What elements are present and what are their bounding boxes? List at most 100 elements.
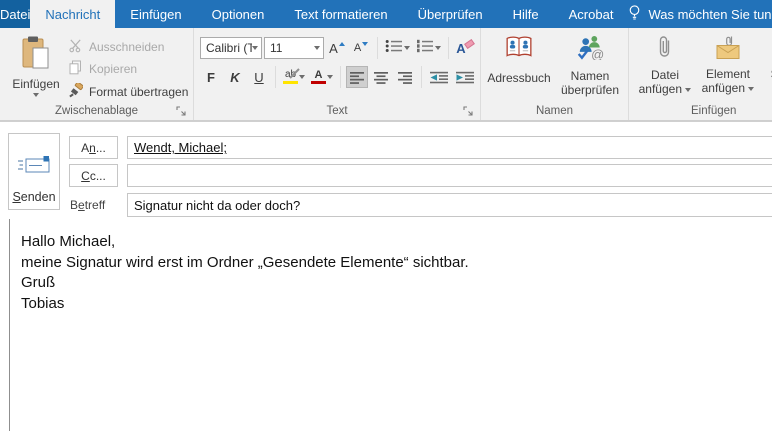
message-body-area: Hallo Michael, meine Signatur wird erst … — [0, 217, 772, 431]
copy-icon — [68, 60, 83, 78]
copy-button[interactable]: Kopieren — [68, 60, 137, 78]
separator — [377, 37, 378, 59]
tab-hilfe[interactable]: Hilfe — [498, 0, 554, 28]
envelope-paperclip-icon — [715, 34, 741, 64]
bold-button[interactable]: F — [200, 66, 222, 88]
numbered-list-icon — [416, 39, 434, 58]
text-row-2: F K U ab A — [200, 65, 477, 89]
cc-field[interactable] — [127, 164, 772, 187]
numbering-button[interactable] — [414, 37, 443, 59]
subject-field[interactable] — [127, 193, 772, 217]
group-namen: Adressbuch @ Namen überprüfen Namen — [480, 28, 628, 120]
font-name-combo[interactable]: Calibri (T — [200, 37, 262, 59]
body-line: Tobias — [21, 294, 65, 312]
text-row-1: Calibri (T 11 A A A — [200, 37, 476, 59]
ribbon: Einfügen Ausschneiden Kopieren Format üb… — [0, 28, 772, 121]
address-book-button[interactable]: Adressbuch — [487, 34, 551, 85]
italic-button[interactable]: K — [224, 66, 246, 88]
highlight-button[interactable]: ab — [281, 66, 307, 88]
separator — [340, 66, 341, 88]
scissors-icon — [68, 38, 83, 56]
group-zwischenablage: Einfügen Ausschneiden Kopieren Format üb… — [0, 28, 193, 120]
group-label-text: Text — [326, 105, 348, 117]
body-line: Hallo Michael, — [21, 233, 116, 250]
chevron-down-icon — [435, 46, 441, 50]
compose-header: Senden An... Cc... Betreff — [0, 121, 772, 217]
group-einfuegen: Datei anfügen Element anfügen Einfügen — [628, 28, 772, 120]
tab-acrobat[interactable]: Acrobat — [554, 0, 629, 28]
arrow-down-icon — [362, 42, 369, 46]
shrink-font-button[interactable]: A — [350, 37, 372, 59]
align-right-button[interactable] — [394, 66, 416, 88]
svg-text:@: @ — [591, 47, 604, 60]
font-color-button[interactable]: A — [309, 66, 335, 88]
body-line: meine Signatur wird erst im Ordner „Gese… — [21, 253, 469, 271]
text-dialog-launcher-icon[interactable] — [463, 104, 475, 116]
font-color-icon: A — [311, 69, 326, 85]
align-center-icon — [374, 71, 388, 84]
attach-file-button[interactable]: Datei anfügen — [637, 34, 693, 96]
to-button[interactable]: An... — [69, 136, 118, 159]
separator — [421, 66, 422, 88]
signature-button[interactable]: Signatur — [763, 34, 772, 89]
message-body-editor[interactable]: Hallo Michael, meine Signatur wird erst … — [9, 219, 772, 431]
attach-item-button[interactable]: Element anfügen — [695, 34, 761, 95]
to-field[interactable] — [127, 136, 772, 159]
address-book-icon — [505, 34, 533, 63]
check-names-icon: @ — [576, 34, 604, 63]
align-left-icon — [350, 71, 364, 84]
align-left-button[interactable] — [346, 66, 368, 88]
send-button[interactable]: Senden — [8, 133, 60, 210]
outdent-icon — [430, 71, 448, 83]
bullet-list-icon — [385, 39, 403, 58]
indent-icon — [456, 71, 474, 83]
clear-formatting-button[interactable]: A — [454, 37, 476, 59]
subject-label: Betreff — [70, 198, 106, 212]
paste-button[interactable]: Einfügen — [8, 35, 64, 107]
bullets-button[interactable] — [383, 37, 412, 59]
cut-button[interactable]: Ausschneiden — [68, 38, 164, 56]
chevron-down-icon — [404, 46, 410, 50]
chevron-down-icon — [327, 75, 333, 79]
group-label-einfuegen: Einfügen — [691, 105, 737, 117]
chevron-down-icon — [685, 87, 692, 92]
format-painter-button[interactable]: Format übertragen — [68, 81, 188, 101]
group-label-zwischenablage: Zwischenablage — [54, 105, 139, 117]
check-names-button[interactable]: @ Namen überprüfen — [555, 34, 625, 97]
send-envelope-icon — [17, 153, 51, 180]
clipboard-dialog-launcher-icon[interactable] — [176, 104, 188, 116]
ribbon-tab-bar: Datei Nachricht Einfügen Optionen Text f… — [0, 0, 772, 28]
tab-ueberpruefen[interactable]: Überprüfen — [403, 0, 498, 28]
underline-button[interactable]: U — [248, 66, 270, 88]
tab-text-formatieren[interactable]: Text formatieren — [279, 0, 402, 28]
chevron-down-icon — [252, 46, 258, 50]
outlook-compose-window: Datei Nachricht Einfügen Optionen Text f… — [0, 0, 772, 431]
paste-dropdown-icon — [33, 93, 39, 97]
chevron-down-icon — [748, 86, 755, 91]
chevron-down-icon — [314, 46, 320, 50]
paperclip-icon — [657, 34, 673, 64]
grow-font-button[interactable]: A — [326, 37, 348, 59]
font-color-bar — [311, 80, 326, 85]
separator — [448, 37, 449, 59]
tab-optionen[interactable]: Optionen — [197, 0, 280, 28]
increase-indent-button[interactable] — [453, 66, 477, 88]
group-label-namen: Namen — [535, 105, 574, 117]
highlight-color-bar — [283, 80, 298, 85]
separator — [275, 66, 276, 88]
tab-einfuegen[interactable]: Einfügen — [115, 0, 196, 28]
lightbulb-icon — [628, 4, 641, 24]
highlighter-icon: ab — [283, 68, 300, 85]
align-right-icon — [398, 71, 412, 84]
tab-nachricht[interactable]: Nachricht — [30, 0, 116, 28]
tell-me-search[interactable]: Was möchten Sie tun? — [628, 0, 772, 28]
clipboard-paste-icon — [20, 35, 52, 75]
align-center-button[interactable] — [370, 66, 392, 88]
body-line: Gruß — [21, 274, 56, 292]
font-size-combo[interactable]: 11 — [264, 37, 324, 59]
format-painter-icon — [68, 81, 84, 101]
arrow-up-icon — [338, 42, 345, 46]
decrease-indent-button[interactable] — [427, 66, 451, 88]
tab-datei[interactable]: Datei — [0, 0, 31, 28]
cc-button[interactable]: Cc... — [69, 164, 118, 187]
